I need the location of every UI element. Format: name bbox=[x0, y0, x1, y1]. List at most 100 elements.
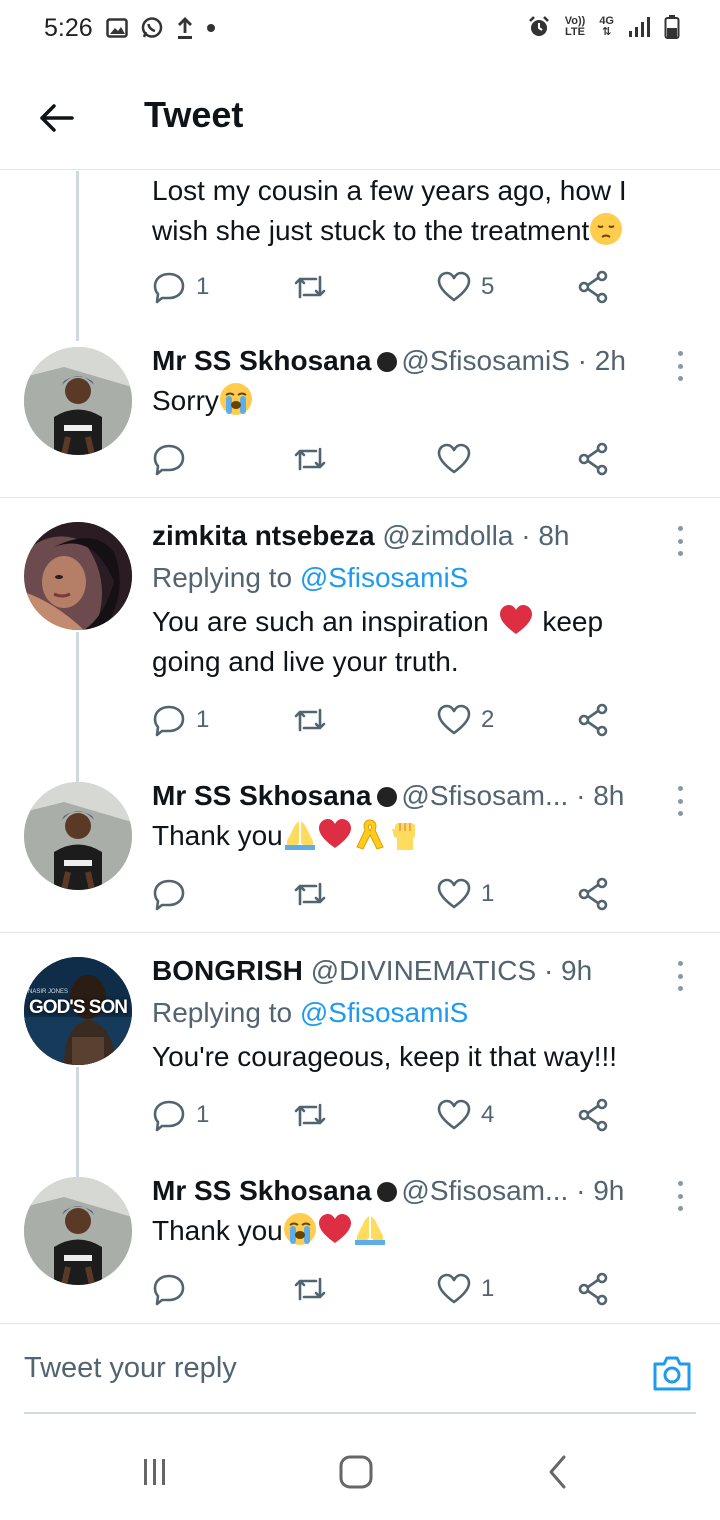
tweet-text-line: wish she just stuck to the treatment bbox=[152, 215, 590, 246]
tweet-item[interactable]: Mr SS Skhosana @Sfisosam... · 8h Thank yo… bbox=[0, 776, 720, 934]
more-dot-icon bbox=[677, 551, 683, 556]
tweet-text-line: You are such an inspiration bbox=[152, 606, 489, 637]
tweet-text: Lost my cousin a few years ago, how I wi… bbox=[152, 171, 692, 251]
replying-to-handle[interactable]: @SfisosamiS bbox=[300, 562, 468, 593]
like-count: 4 bbox=[481, 1101, 495, 1128]
reply-button[interactable] bbox=[152, 1269, 196, 1309]
avatar[interactable] bbox=[24, 1177, 132, 1285]
thread-line bbox=[76, 171, 79, 341]
tweet-header: Mr SS Skhosana @SfisosamiS · 2h bbox=[152, 345, 626, 377]
folded-hands-emoji-icon bbox=[284, 821, 315, 850]
retweet-icon bbox=[294, 447, 326, 471]
red-heart-emoji-icon bbox=[499, 605, 532, 634]
tweet-header: BONGRISH @DIVINEMATICS · 9h bbox=[152, 955, 592, 987]
tweet-item[interactable]: Mr SS Skhosana @Sfisosam... · 9h Thank yo… bbox=[0, 1171, 720, 1323]
tweet-item[interactable]: Mr SS Skhosana @SfisosamiS · 2h Sorry bbox=[0, 341, 720, 499]
reply-button[interactable]: 1 bbox=[152, 1095, 209, 1135]
more-options-button[interactable] bbox=[670, 526, 690, 556]
status-notification-icons bbox=[106, 16, 216, 40]
loudly-crying-face-emoji-icon bbox=[219, 383, 252, 415]
author-handle[interactable]: @Sfisosam... bbox=[401, 780, 568, 811]
red-heart-emoji-icon bbox=[318, 819, 351, 848]
tweet-actions: 1 4 bbox=[152, 1095, 622, 1135]
alarm-icon bbox=[528, 16, 549, 36]
user-photo-icon bbox=[24, 1177, 132, 1285]
retweet-icon bbox=[294, 1277, 326, 1301]
retweet-button[interactable] bbox=[292, 1269, 338, 1309]
chevron-left-icon bbox=[549, 1455, 566, 1489]
share-button[interactable] bbox=[578, 267, 610, 307]
tweet-item[interactable]: zimkita ntsebeza @zimdolla · 8h Replying… bbox=[0, 516, 720, 782]
retweet-button[interactable] bbox=[292, 267, 338, 307]
tweet-actions: 1 bbox=[152, 1269, 622, 1309]
tweet-actions: 1 2 bbox=[152, 700, 622, 740]
reply-icon bbox=[153, 272, 185, 304]
camera-button[interactable] bbox=[652, 1354, 692, 1392]
volte-indicator: Vo)) LTE bbox=[565, 16, 586, 38]
tweet-text: You're courageous, keep it that way!!! bbox=[152, 1041, 618, 1072]
recent-apps-button[interactable] bbox=[133, 1450, 177, 1494]
reply-icon bbox=[153, 705, 185, 737]
author-handle[interactable]: @SfisosamiS bbox=[401, 345, 569, 376]
share-button[interactable] bbox=[578, 1095, 610, 1135]
avatar[interactable] bbox=[24, 522, 132, 630]
data-arrows-icon: ⇅ bbox=[602, 26, 612, 38]
more-dot-icon bbox=[677, 538, 683, 544]
more-options-button[interactable] bbox=[670, 961, 690, 991]
author-handle[interactable]: @zimdolla bbox=[382, 520, 513, 551]
more-options-button[interactable] bbox=[670, 1181, 690, 1211]
author-name[interactable]: BONGRISH bbox=[152, 955, 303, 986]
verified-badge-icon bbox=[377, 1182, 398, 1202]
like-button[interactable]: 1 bbox=[437, 874, 494, 914]
author-name[interactable]: Mr SS Skhosana bbox=[152, 780, 371, 811]
author-name[interactable]: Mr SS Skhosana bbox=[152, 345, 371, 376]
back-button[interactable] bbox=[32, 94, 80, 142]
tweet-item[interactable]: GOD'S SON NASIR JONES BONGRISH @DIVINEMA… bbox=[0, 951, 720, 1177]
reply-button[interactable] bbox=[152, 439, 196, 479]
retweet-button[interactable] bbox=[292, 1095, 338, 1135]
more-dot-icon bbox=[677, 961, 683, 966]
avatar[interactable] bbox=[24, 347, 132, 455]
folded-hands-emoji-icon bbox=[354, 1216, 385, 1245]
reply-button[interactable]: 1 bbox=[152, 267, 209, 307]
replying-to-label: Replying to bbox=[152, 562, 293, 593]
home-button[interactable] bbox=[334, 1450, 378, 1494]
like-button[interactable]: 1 bbox=[437, 1269, 494, 1309]
heart-icon bbox=[437, 271, 471, 302]
author-name[interactable]: Mr SS Skhosana bbox=[152, 1175, 371, 1206]
retweet-button[interactable] bbox=[292, 874, 338, 914]
share-button[interactable] bbox=[578, 1269, 610, 1309]
like-button[interactable]: 2 bbox=[437, 700, 494, 740]
author-name[interactable]: zimkita ntsebeza bbox=[152, 520, 375, 551]
tweet-divider bbox=[0, 497, 720, 498]
avatar[interactable] bbox=[24, 782, 132, 890]
tweet-actions: 1 5 bbox=[152, 267, 622, 307]
author-handle[interactable]: @Sfisosam... bbox=[401, 1175, 568, 1206]
retweet-icon bbox=[294, 1103, 326, 1127]
more-options-button[interactable] bbox=[670, 786, 690, 816]
reply-input[interactable]: Tweet your reply bbox=[24, 1352, 237, 1385]
album-title: GOD'S SON bbox=[29, 997, 128, 1018]
like-button[interactable]: 5 bbox=[437, 267, 494, 307]
reply-button[interactable]: 1 bbox=[152, 700, 209, 740]
share-button[interactable] bbox=[578, 700, 610, 740]
tweet-time: · 2h bbox=[577, 345, 626, 376]
tweet-thread[interactable]: Lost my cousin a few years ago, how I wi… bbox=[0, 171, 720, 1323]
back-nav-button[interactable] bbox=[536, 1450, 580, 1494]
reply-button[interactable] bbox=[152, 874, 196, 914]
share-button[interactable] bbox=[578, 874, 610, 914]
pensive-face-emoji-icon bbox=[590, 213, 623, 245]
author-handle[interactable]: @DIVINEMATICS bbox=[311, 955, 536, 986]
retweet-button[interactable] bbox=[292, 439, 338, 479]
share-button[interactable] bbox=[578, 439, 610, 479]
avatar[interactable]: GOD'S SON NASIR JONES bbox=[24, 957, 132, 1065]
album-artist: NASIR JONES bbox=[28, 989, 69, 995]
like-button[interactable] bbox=[437, 439, 481, 479]
retweet-button[interactable] bbox=[292, 700, 338, 740]
like-count: 1 bbox=[481, 880, 495, 907]
like-button[interactable]: 4 bbox=[437, 1095, 494, 1135]
more-options-button[interactable] bbox=[670, 351, 690, 381]
reply-composer: Tweet your reply bbox=[0, 1323, 720, 1415]
replying-to-handle[interactable]: @SfisosamiS bbox=[300, 997, 468, 1028]
tweet-item[interactable]: Lost my cousin a few years ago, how I wi… bbox=[0, 171, 720, 341]
